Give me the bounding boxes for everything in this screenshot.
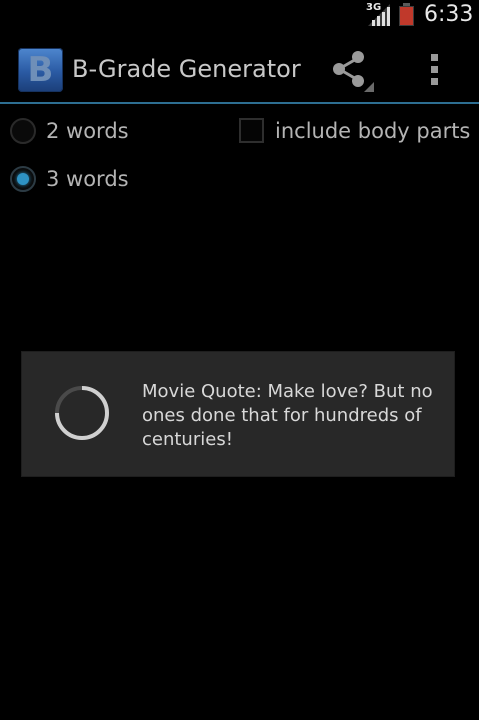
overflow-menu-button[interactable]	[420, 46, 450, 92]
radio-3-words-label[interactable]: 3 words	[46, 165, 129, 193]
app-logo-icon[interactable]: B	[18, 48, 63, 92]
app-title: B-Grade Generator	[72, 55, 301, 83]
signal-strength-icon	[368, 4, 390, 26]
status-bar: 3G 6:33	[0, 0, 479, 32]
clock: 6:33	[424, 2, 474, 27]
action-bar-divider	[0, 102, 479, 104]
radio-2-words[interactable]	[10, 118, 36, 144]
share-button[interactable]	[326, 46, 376, 92]
share-icon	[333, 51, 374, 92]
action-bar: B B-Grade Generator	[0, 32, 479, 103]
battery-icon	[399, 3, 414, 26]
radio-3-words[interactable]	[10, 166, 36, 192]
overflow-menu-icon	[431, 54, 438, 85]
loading-spinner-icon	[55, 386, 109, 440]
include-body-parts-checkbox[interactable]	[239, 118, 264, 143]
radio-2-words-label[interactable]: 2 words	[46, 117, 129, 145]
dialog-message: Movie Quote: Make love? But no ones done…	[142, 381, 433, 450]
app-logo-letter: B	[27, 50, 54, 90]
include-body-parts-label[interactable]: include body parts	[275, 117, 470, 145]
